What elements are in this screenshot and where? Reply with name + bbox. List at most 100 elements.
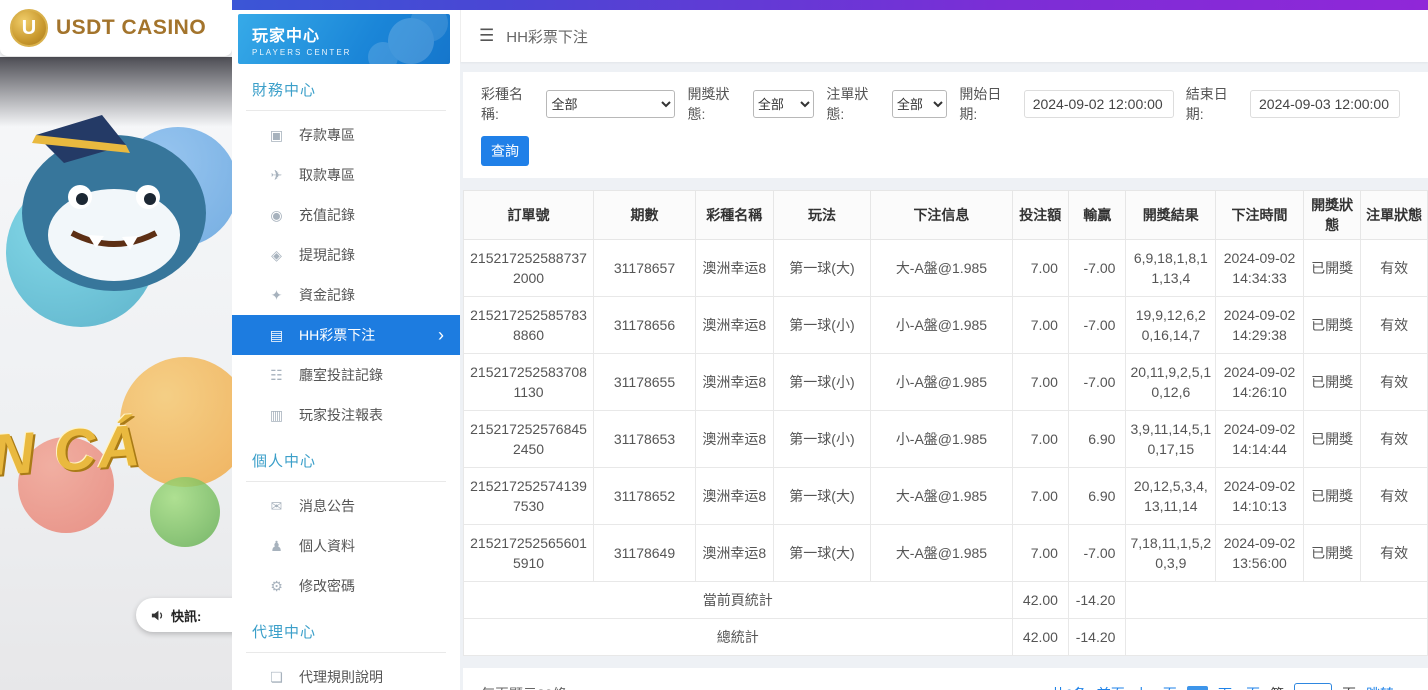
withdraw-icon: ✈ xyxy=(268,167,285,184)
cell-amount: 7.00 xyxy=(1012,240,1068,297)
cell-draw_status: 已開獎 xyxy=(1303,354,1360,411)
start-date-input[interactable] xyxy=(1024,90,1174,118)
sidebar-item-label: 充值記錄 xyxy=(299,205,355,225)
pagination-bar: 每頁顯示20條 共6条 首页 上一页 1 下一页 第 页 跳转 xyxy=(463,668,1428,690)
cell-bet_info: 小-A盤@1.985 xyxy=(871,411,1012,468)
hall-bet-record-icon: ☷ xyxy=(268,367,285,384)
cell-result: 6,9,18,1,8,11,13,4 xyxy=(1126,240,1216,297)
cell-winloss: 6.90 xyxy=(1068,411,1125,468)
sidebar-section-title: 個人中心 xyxy=(246,435,446,482)
recharge-record-icon: ◉ xyxy=(268,207,285,224)
summary-empty xyxy=(1126,619,1428,656)
cell-draw_status: 已開獎 xyxy=(1303,240,1360,297)
jump-suffix-label: 页 xyxy=(1342,684,1356,690)
cell-time: 2024-09-02 14:14:44 xyxy=(1216,411,1304,468)
prev-page-link[interactable]: 上一页 xyxy=(1135,684,1177,690)
page-jump-input[interactable] xyxy=(1294,683,1332,690)
column-header: 開獎結果 xyxy=(1126,191,1216,240)
cell-order_no: 2152172525741397530 xyxy=(464,468,594,525)
artwork-title-text: N CÁ xyxy=(0,412,144,489)
lottery-name-label: 彩種名稱: xyxy=(481,84,540,124)
agent-rules-icon: ❏ xyxy=(268,669,285,686)
cell-lottery: 澳洲幸运8 xyxy=(695,411,773,468)
cell-winloss: -7.00 xyxy=(1068,354,1125,411)
page-title: HH彩票下注 xyxy=(506,26,588,47)
filter-panel: 彩種名稱: 全部 開獎狀態: 全部 注單狀態: 全 xyxy=(463,72,1428,178)
cell-period: 31178649 xyxy=(594,525,696,582)
sidebar-item-profile[interactable]: ♟個人資料 xyxy=(232,526,460,566)
pager-controls: 共6条 首页 上一页 1 下一页 第 页 跳转 xyxy=(1051,683,1394,690)
sidebar-item-recharge-record[interactable]: ◉ 充值記錄 xyxy=(232,195,460,235)
jump-button[interactable]: 跳转 xyxy=(1366,684,1394,690)
cell-order_no: 2152172525857838860 xyxy=(464,297,594,354)
sidebar-item-deposit[interactable]: ▣存款專區 xyxy=(232,115,460,155)
column-header: 輸贏 xyxy=(1068,191,1125,240)
cell-amount: 7.00 xyxy=(1012,411,1068,468)
player-center-subtitle: PLAYERS CENTER xyxy=(252,48,450,57)
menu-toggle-icon[interactable]: ☰ xyxy=(479,26,494,46)
search-button[interactable]: 查詢 xyxy=(481,136,529,166)
column-header: 注單狀態 xyxy=(1361,191,1428,240)
cell-play: 第一球(大) xyxy=(773,240,871,297)
order-status-select[interactable]: 全部 xyxy=(892,90,948,118)
cell-lottery: 澳洲幸运8 xyxy=(695,525,773,582)
sidebar-item-agent-rules[interactable]: ❏代理規則說明 xyxy=(232,657,460,690)
cell-period: 31178655 xyxy=(594,354,696,411)
cell-result: 7,18,11,1,5,20,3,9 xyxy=(1126,525,1216,582)
cell-play: 第一球(小) xyxy=(773,411,871,468)
cell-play: 第一球(大) xyxy=(773,525,871,582)
per-page-label: 每頁顯示20條 xyxy=(481,684,567,690)
table-header-row: 訂單號期數彩種名稱玩法下注信息投注額輸贏開獎結果下注時間開獎狀態注單狀態 xyxy=(464,191,1428,240)
brand-name: USDT CASINO xyxy=(56,16,206,40)
cell-lottery: 澳洲幸运8 xyxy=(695,468,773,525)
brand-logo[interactable]: U USDT CASINO xyxy=(0,0,232,57)
bets-table: 訂單號期數彩種名稱玩法下注信息投注額輸贏開獎結果下注時間開獎狀態注單狀態 215… xyxy=(463,190,1428,656)
news-ticker: 快訊: xyxy=(136,598,232,632)
cell-winloss: -7.00 xyxy=(1068,525,1125,582)
draw-status-select[interactable]: 全部 xyxy=(753,90,815,118)
sidebar-item-lottery-bets[interactable]: ▤HH彩票下注› xyxy=(232,315,460,355)
start-date-label: 開始日期: xyxy=(959,84,1017,124)
sidebar-item-label: 修改密碼 xyxy=(299,576,355,596)
sidebar-item-player-report[interactable]: ▥玩家投注報表 xyxy=(232,395,460,435)
table-row: 215217252574139753031178652澳洲幸运8第一球(大)大-… xyxy=(464,468,1428,525)
column-header: 玩法 xyxy=(773,191,871,240)
cell-lottery: 澳洲幸运8 xyxy=(695,297,773,354)
lottery-name-select[interactable]: 全部 xyxy=(546,90,675,118)
cell-amount: 7.00 xyxy=(1012,297,1068,354)
total-count-label: 共6条 xyxy=(1051,684,1087,690)
cell-time: 2024-09-02 14:34:33 xyxy=(1216,240,1304,297)
cell-time: 2024-09-02 14:29:38 xyxy=(1216,297,1304,354)
summary-label: 當前頁統計 xyxy=(464,582,1013,619)
sidebar-item-announcement[interactable]: ✉消息公告 xyxy=(232,486,460,526)
sidebar: 玩家中心 PLAYERS CENTER 財務中心▣存款專區✈取款專區◉充值記錄◈… xyxy=(232,0,460,690)
cell-order_no: 2152172525656015910 xyxy=(464,525,594,582)
chevron-right-icon: › xyxy=(438,326,444,344)
first-page-link[interactable]: 首页 xyxy=(1097,684,1125,690)
current-page-badge[interactable]: 1 xyxy=(1187,686,1208,690)
end-date-input[interactable] xyxy=(1250,90,1400,118)
sidebar-item-funds-record[interactable]: ✦資金記錄 xyxy=(232,275,460,315)
cell-order_no: 2152172525837081130 xyxy=(464,354,594,411)
player-center-title: 玩家中心 xyxy=(252,22,450,46)
table-row: 215217252565601591031178649澳洲幸运8第一球(大)大-… xyxy=(464,525,1428,582)
sidebar-item-label: 資金記錄 xyxy=(299,285,355,305)
cell-period: 31178652 xyxy=(594,468,696,525)
column-header: 彩種名稱 xyxy=(695,191,773,240)
bets-table-card: 訂單號期數彩種名稱玩法下注信息投注額輸贏開獎結果下注時間開獎狀態注單狀態 215… xyxy=(463,190,1428,656)
cell-bet_info: 小-A盤@1.985 xyxy=(871,354,1012,411)
sidebar-menu: 財務中心▣存款專區✈取款專區◉充值記錄◈提現記錄✦資金記錄▤HH彩票下注›☷廳室… xyxy=(232,64,460,690)
cell-draw_status: 已開獎 xyxy=(1303,297,1360,354)
bets-table-body: 215217252588737200031178657澳洲幸运8第一球(大)大-… xyxy=(464,240,1428,656)
player-center-header[interactable]: 玩家中心 PLAYERS CENTER xyxy=(238,14,450,64)
password-icon: ⚙ xyxy=(268,578,285,595)
sidebar-item-cashout-record[interactable]: ◈提現記錄 xyxy=(232,235,460,275)
sidebar-item-password[interactable]: ⚙ 修改密碼 xyxy=(232,566,460,606)
sidebar-item-withdraw[interactable]: ✈取款專區 xyxy=(232,155,460,195)
next-page-link[interactable]: 下一页 xyxy=(1218,684,1260,690)
sidebar-item-hall-bet-record[interactable]: ☷廳室投註記錄 xyxy=(232,355,460,395)
cell-bet_info: 大-A盤@1.985 xyxy=(871,525,1012,582)
topbar: ☰ HH彩票下注 xyxy=(460,10,1428,62)
summary-bet-total: 42.00 xyxy=(1012,582,1068,619)
summary-bet-total: 42.00 xyxy=(1012,619,1068,656)
